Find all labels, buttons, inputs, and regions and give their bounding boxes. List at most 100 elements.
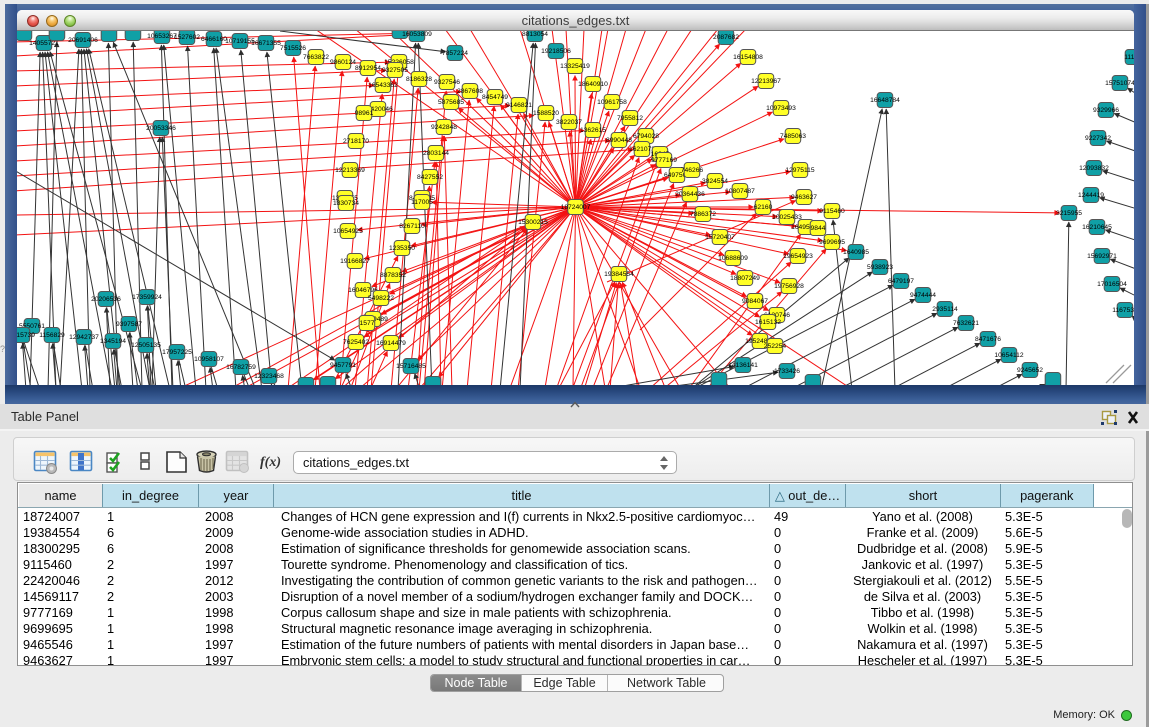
svg-text:9245652: 9245652 [1017, 367, 1043, 374]
svg-text:14136141: 14136141 [728, 362, 758, 369]
svg-text:10688609: 10688609 [718, 255, 748, 262]
svg-text:19218506: 19218506 [541, 48, 571, 55]
svg-text:14055721: 14055721 [29, 40, 59, 47]
svg-text:16543362: 16543362 [368, 82, 398, 89]
svg-text:1615132: 1615132 [755, 319, 781, 326]
svg-text:9115460: 9115460 [819, 208, 845, 215]
svg-text:15751074: 15751074 [1105, 80, 1134, 87]
svg-text:18640910: 18640910 [578, 81, 608, 88]
svg-text:1330734: 1330734 [333, 200, 359, 207]
svg-text:8454749: 8454749 [482, 94, 508, 101]
svg-text:9463627: 9463627 [791, 194, 817, 201]
svg-text:9329966: 9329966 [1093, 107, 1119, 114]
svg-text:7857224: 7857224 [442, 50, 468, 57]
svg-text:9860124: 9860124 [330, 59, 356, 66]
svg-text:9084067: 9084067 [742, 298, 768, 305]
svg-text:16648784: 16648784 [870, 97, 900, 104]
svg-text:6466160: 6466160 [201, 36, 227, 43]
svg-text:9227342: 9227342 [1085, 135, 1111, 142]
svg-text:10958107: 10958107 [194, 356, 224, 363]
svg-text:9474444: 9474444 [910, 292, 936, 299]
svg-text:12942737: 12942737 [69, 334, 99, 341]
svg-text:1640985: 1640985 [843, 249, 869, 256]
svg-text:9699695: 9699695 [819, 239, 845, 246]
svg-text:16154808: 16154808 [733, 54, 763, 61]
svg-text:746266: 746266 [681, 167, 704, 174]
svg-text:2867608: 2867608 [457, 88, 483, 95]
svg-text:8990448: 8990448 [606, 137, 632, 144]
svg-text:10973493: 10973493 [766, 105, 796, 112]
svg-text:9242848: 9242848 [431, 124, 457, 131]
svg-text:98961: 98961 [355, 110, 374, 117]
svg-text:12505135: 12505135 [131, 342, 161, 349]
svg-text:7485063: 7485063 [780, 133, 806, 140]
svg-text:20206536: 20206536 [91, 296, 121, 303]
svg-text:16914479: 16914479 [376, 340, 406, 347]
svg-text:2803144: 2803144 [423, 150, 449, 157]
svg-text:15300215: 15300215 [518, 219, 548, 226]
svg-text:10961758: 10961758 [597, 99, 627, 106]
svg-text:9327505: 9327505 [382, 67, 408, 74]
svg-text:8427552: 8427552 [417, 174, 443, 181]
svg-text:20364436: 20364436 [675, 191, 705, 198]
svg-text:5875685: 5875685 [438, 99, 464, 106]
svg-text:7955812: 7955812 [617, 115, 643, 122]
svg-text:18807249: 18807249 [730, 275, 760, 282]
svg-text:1588520: 1588520 [533, 110, 559, 117]
svg-text:1235350: 1235350 [389, 245, 415, 252]
svg-text:9327546: 9327546 [434, 79, 460, 86]
svg-text:10654925: 10654925 [333, 228, 363, 235]
svg-text:20053346: 20053346 [146, 125, 176, 132]
svg-text:19384554: 19384554 [604, 271, 634, 278]
svg-text:8813054: 8813054 [522, 31, 548, 38]
svg-text:18724007: 18724007 [561, 204, 591, 211]
svg-text:16671355: 16671355 [251, 40, 281, 47]
svg-text:17957225: 17957225 [162, 349, 192, 356]
svg-text:8878352: 8878352 [380, 272, 406, 279]
svg-text:f(x): f(x) [260, 455, 281, 470]
svg-text:7625402: 7625402 [343, 339, 369, 346]
svg-text:1156829: 1156829 [39, 332, 65, 339]
svg-text:252254: 252254 [764, 343, 787, 350]
svg-text:6479197: 6479197 [888, 278, 914, 285]
svg-text:2935114: 2935114 [932, 306, 958, 313]
svg-text:12323468: 12323468 [254, 373, 284, 380]
svg-text:15720407: 15720407 [705, 234, 735, 241]
svg-text:16210645: 16210645 [1082, 224, 1112, 231]
svg-text:7632621: 7632621 [953, 320, 979, 327]
svg-text:7515526: 7515526 [280, 45, 306, 52]
svg-text:117005: 117005 [411, 199, 433, 206]
svg-text:17016504: 17016504 [1097, 281, 1127, 288]
svg-text:5938923: 5938923 [867, 264, 893, 271]
svg-text:8471676: 8471676 [975, 336, 1001, 343]
svg-text:1167533: 1167533 [1112, 307, 1134, 314]
svg-text:2718170: 2718170 [343, 138, 369, 145]
svg-text:7663822: 7663822 [303, 54, 329, 61]
svg-text:12975115: 12975115 [785, 167, 815, 174]
svg-text:15716485: 15716485 [396, 363, 426, 370]
svg-text:9844: 9844 [811, 225, 826, 232]
svg-text:62160: 62160 [754, 204, 773, 211]
svg-text:9457791: 9457791 [330, 362, 356, 369]
svg-text:19654923: 19654923 [783, 253, 813, 260]
svg-text:9777169: 9777169 [651, 157, 677, 164]
svg-text:3215955: 3215955 [1056, 210, 1082, 217]
svg-text:16782759: 16782759 [226, 364, 256, 371]
svg-text:3915739: 3915739 [17, 332, 35, 339]
svg-text:2087682: 2087682 [713, 34, 739, 41]
svg-text:7886372: 7886372 [690, 211, 716, 218]
svg-text:10807487: 10807487 [725, 188, 755, 195]
svg-text:11124: 11124 [1124, 54, 1134, 61]
svg-text:19166827: 19166827 [340, 258, 370, 265]
svg-text:12093832: 12093832 [1079, 165, 1109, 172]
svg-text:20691406: 20691406 [68, 37, 98, 44]
svg-text:12213967: 12213967 [751, 78, 781, 85]
svg-text:1244419: 1244419 [1078, 192, 1104, 199]
svg-text:1362615: 1362615 [580, 127, 606, 134]
svg-text:1733426: 1733426 [774, 368, 800, 375]
svg-text:5498222: 5498222 [368, 295, 394, 302]
svg-text:8912954: 8912954 [355, 65, 381, 72]
svg-text:16053809: 16053809 [402, 31, 432, 38]
svg-text:1527602: 1527602 [174, 34, 200, 41]
svg-text:9146821: 9146821 [506, 102, 532, 109]
